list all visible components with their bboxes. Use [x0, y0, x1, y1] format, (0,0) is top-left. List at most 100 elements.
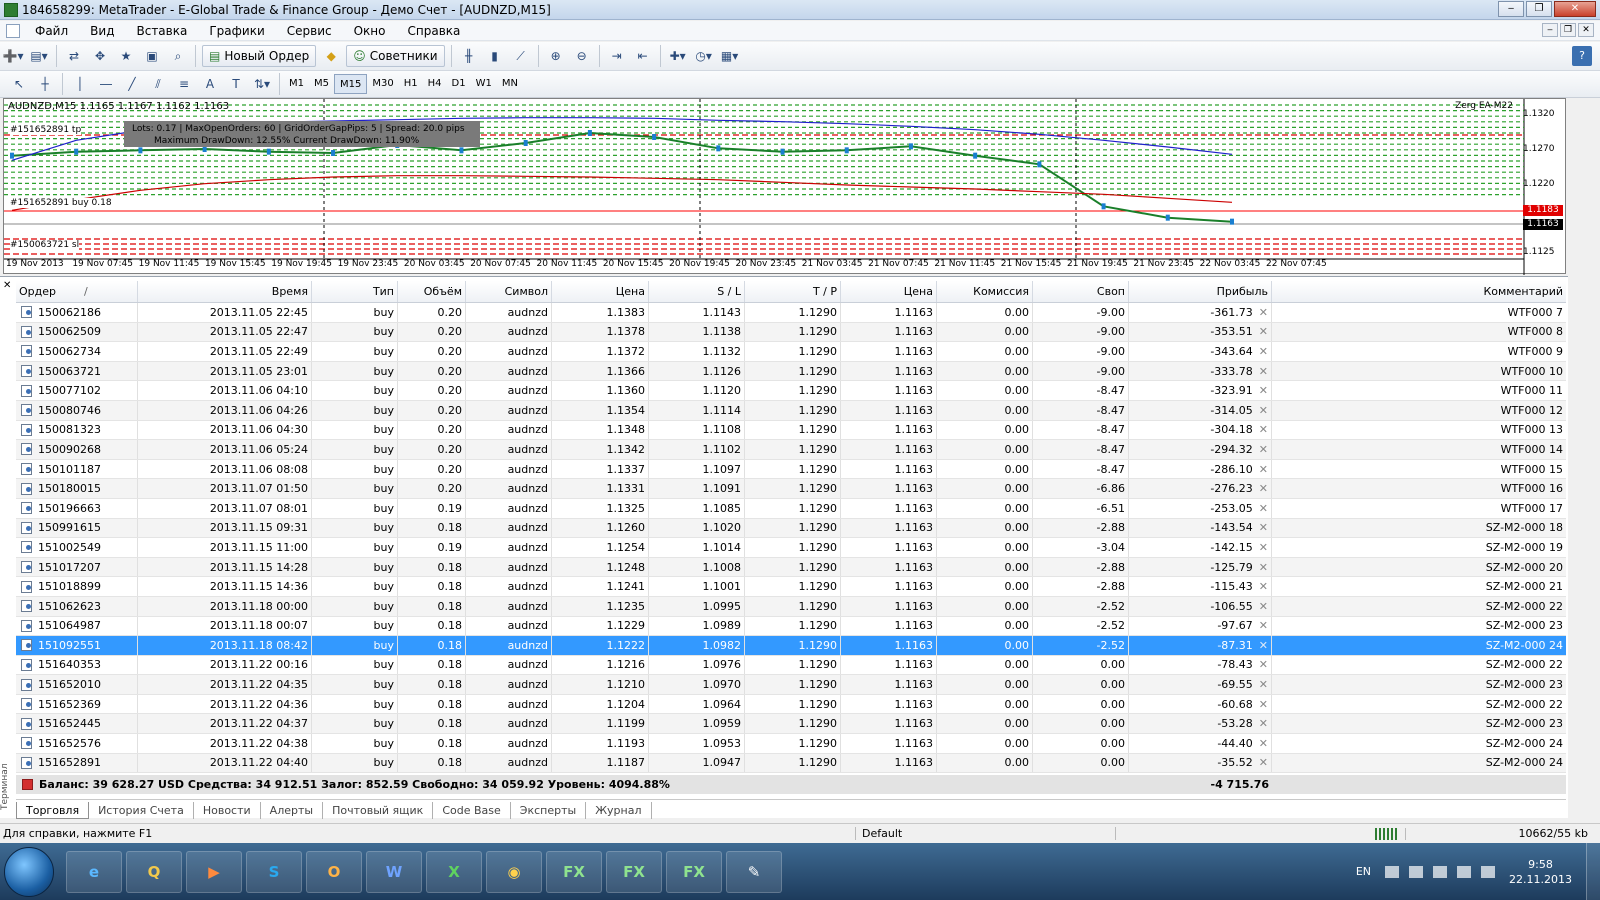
menu-insert[interactable]: Вставка: [125, 24, 198, 38]
system-clock[interactable]: 9:58 22.11.2013: [1509, 857, 1572, 887]
column-header-comment[interactable]: Комментарий: [1272, 281, 1566, 302]
column-header-profit[interactable]: Прибыль: [1129, 281, 1272, 302]
tab-experts[interactable]: Эксперты: [511, 802, 587, 819]
taskbar-metatrader-icon[interactable]: FX: [546, 850, 602, 893]
column-header-tp[interactable]: T / P: [745, 281, 841, 302]
line-chart-icon[interactable]: ⟋: [510, 45, 532, 67]
close-button[interactable]: ✕: [1554, 1, 1596, 17]
timeframe-m1[interactable]: M1: [284, 74, 309, 94]
table-row[interactable]: 150101187 2013.11.06 08:08 buy 0.20 audnzd 1.…: [16, 459, 1566, 480]
menu-tools[interactable]: Сервис: [276, 24, 343, 38]
close-order-icon[interactable]: ✕: [1259, 365, 1268, 378]
timeframe-mn[interactable]: MN: [497, 74, 523, 94]
terminal-close-icon[interactable]: ✕: [3, 280, 11, 291]
text-label-icon[interactable]: T: [225, 73, 247, 95]
table-row[interactable]: 151062623 2013.11.18 00:00 buy 0.18 audnzd 1.…: [16, 596, 1566, 617]
table-row[interactable]: 150081323 2013.11.06 04:30 buy 0.20 audnzd 1.…: [16, 420, 1566, 441]
close-order-icon[interactable]: ✕: [1259, 325, 1268, 338]
new-order-button[interactable]: ▤ Новый Ордер: [202, 45, 317, 67]
close-order-icon[interactable]: ✕: [1259, 345, 1268, 358]
cursor-icon[interactable]: ↖: [8, 73, 30, 95]
taskbar-media-player-icon[interactable]: ▶: [186, 850, 242, 893]
bar-chart-icon[interactable]: ╫: [458, 45, 480, 67]
table-row[interactable]: 150063721 2013.11.05 23:01 buy 0.20 audnzd 1.…: [16, 361, 1566, 382]
tray-network-icon[interactable]: [1457, 865, 1472, 878]
menu-view[interactable]: Вид: [79, 24, 125, 38]
tab-trade[interactable]: Торговля: [16, 802, 90, 819]
table-row[interactable]: 151064987 2013.11.18 00:07 buy 0.18 audnzd 1.…: [16, 616, 1566, 637]
timeframe-m30[interactable]: M30: [367, 74, 398, 94]
close-order-icon[interactable]: ✕: [1259, 737, 1268, 750]
table-row[interactable]: 151652445 2013.11.22 04:37 buy 0.18 audnzd 1.…: [16, 714, 1566, 735]
close-order-icon[interactable]: ✕: [1259, 561, 1268, 574]
periods-icon[interactable]: ◷▾: [693, 45, 715, 67]
mdi-close-button[interactable]: ✕: [1578, 23, 1594, 37]
taskbar-word-icon[interactable]: W: [366, 850, 422, 893]
tray-device-icon[interactable]: [1409, 865, 1424, 878]
close-order-icon[interactable]: ✕: [1259, 482, 1268, 495]
column-header-time[interactable]: Время: [138, 281, 312, 302]
new-chart-icon[interactable]: ➕▾: [2, 45, 24, 67]
navigator-icon[interactable]: ★: [115, 45, 137, 67]
mdi-minimize-button[interactable]: ‒: [1542, 23, 1558, 37]
column-header-volume[interactable]: Объём: [398, 281, 466, 302]
column-header-sl[interactable]: S / L: [649, 281, 745, 302]
taskbar-excel-icon[interactable]: X: [426, 850, 482, 893]
close-order-icon[interactable]: ✕: [1259, 639, 1268, 652]
close-order-icon[interactable]: ✕: [1259, 541, 1268, 554]
close-order-icon[interactable]: ✕: [1259, 384, 1268, 397]
trendline-icon[interactable]: ╱: [121, 73, 143, 95]
column-header-type[interactable]: Тип: [312, 281, 398, 302]
close-order-icon[interactable]: ✕: [1259, 306, 1268, 319]
column-header-current-price[interactable]: Цена: [841, 281, 937, 302]
menu-file[interactable]: Файл: [24, 24, 79, 38]
tray-volume-icon[interactable]: [1481, 865, 1496, 878]
zoom-in-icon[interactable]: ⊕: [545, 45, 567, 67]
table-row[interactable]: 151652576 2013.11.22 04:38 buy 0.18 audnzd 1.…: [16, 734, 1566, 754]
taskbar-paint-icon[interactable]: ✎: [726, 850, 782, 893]
text-icon[interactable]: A: [199, 73, 221, 95]
table-row[interactable]: 150062186 2013.11.05 22:45 buy 0.20 audnzd 1.…: [16, 303, 1566, 323]
zoom-out-icon[interactable]: ⊖: [571, 45, 593, 67]
close-order-icon[interactable]: ✕: [1259, 678, 1268, 691]
close-order-icon[interactable]: ✕: [1259, 580, 1268, 593]
table-row[interactable]: 151002549 2013.11.15 11:00 buy 0.19 audnzd 1.…: [16, 538, 1566, 558]
tab-code-base[interactable]: Code Base: [433, 802, 511, 819]
taskbar-outlook-icon[interactable]: O: [306, 850, 362, 893]
close-order-icon[interactable]: ✕: [1259, 423, 1268, 436]
tray-flag-icon[interactable]: [1433, 865, 1448, 878]
vertical-line-icon[interactable]: │: [69, 73, 91, 95]
table-row[interactable]: 151652369 2013.11.22 04:36 buy 0.18 audnzd 1.…: [16, 694, 1566, 715]
strategy-tester-icon[interactable]: ⌕: [167, 45, 189, 67]
crosshair-icon[interactable]: ┼: [34, 73, 56, 95]
table-row[interactable]: 151652010 2013.11.22 04:35 buy 0.18 audnzd 1.…: [16, 675, 1566, 695]
column-header-commission[interactable]: Комиссия: [937, 281, 1033, 302]
chart-shift-icon[interactable]: ⇤: [632, 45, 654, 67]
table-row[interactable]: 151640353 2013.11.22 00:16 buy 0.18 audnzd 1.…: [16, 655, 1566, 676]
timeframe-h4[interactable]: H4: [423, 74, 447, 94]
column-header-swap[interactable]: Своп: [1033, 281, 1129, 302]
table-row[interactable]: 151652891 2013.11.22 04:40 buy 0.18 audnzd 1.…: [16, 753, 1566, 774]
taskbar-skype-icon[interactable]: S: [246, 850, 302, 893]
horizontal-line-icon[interactable]: ―: [95, 73, 117, 95]
tab-journal[interactable]: Журнал: [586, 802, 652, 819]
close-order-icon[interactable]: ✕: [1259, 756, 1268, 769]
menu-help[interactable]: Справка: [397, 24, 472, 38]
tab-account-history[interactable]: История Счета: [89, 802, 194, 819]
table-row[interactable]: 150080746 2013.11.06 04:26 buy 0.20 audnzd 1.…: [16, 400, 1566, 421]
table-row[interactable]: 150062734 2013.11.05 22:49 buy 0.20 audnzd 1.…: [16, 342, 1566, 362]
table-row[interactable]: 150077102 2013.11.06 04:10 buy 0.20 audnzd 1.…: [16, 381, 1566, 401]
taskbar-ie-icon[interactable]: e: [66, 850, 122, 893]
close-order-icon[interactable]: ✕: [1259, 443, 1268, 456]
minimize-button[interactable]: ‒: [1498, 1, 1524, 17]
taskbar-explorer-icon[interactable]: Q: [126, 850, 182, 893]
tab-alerts[interactable]: Алерты: [261, 802, 324, 819]
menu-charts[interactable]: Графики: [198, 24, 275, 38]
maximize-button[interactable]: ❐: [1526, 1, 1552, 17]
column-header-price[interactable]: Цена: [552, 281, 649, 302]
column-header-order[interactable]: Ордер /: [16, 281, 138, 302]
channel-icon[interactable]: ⫽: [147, 73, 169, 95]
show-desktop-button[interactable]: [1586, 843, 1600, 900]
profiles-icon[interactable]: ▤▾: [28, 45, 50, 67]
timeframe-m15[interactable]: M15: [334, 74, 368, 94]
